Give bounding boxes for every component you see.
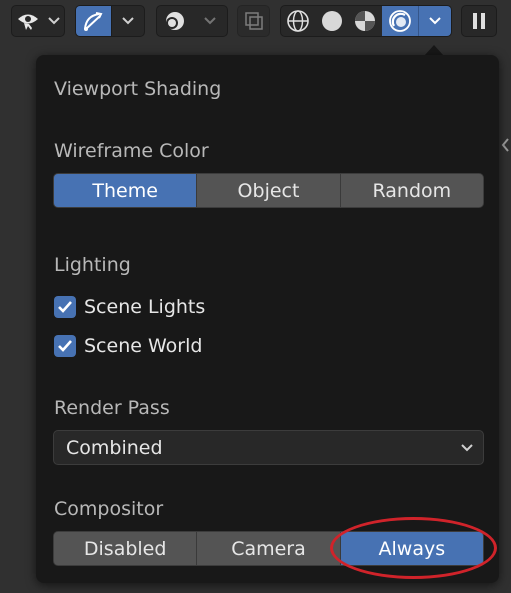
compositor-disabled-button[interactable]: Disabled	[54, 532, 197, 565]
checkmark-icon	[58, 340, 72, 352]
shading-group[interactable]	[280, 5, 452, 37]
chevron-down-icon	[461, 443, 473, 451]
render-pass-label: Render Pass	[54, 397, 170, 419]
wireframe-shading-icon[interactable]	[281, 6, 315, 36]
wireframe-color-selector: Theme Object Random	[53, 173, 484, 208]
xray-group[interactable]	[237, 5, 270, 37]
pause-group[interactable]	[461, 5, 497, 37]
compositor-selector: Disabled Camera Always	[53, 531, 484, 566]
gizmo-group[interactable]	[75, 5, 145, 37]
visibility-group[interactable]	[11, 5, 65, 37]
scene-world-label: Scene World	[84, 335, 203, 357]
render-pass-value: Combined	[66, 436, 163, 459]
chevron-down-icon[interactable]	[44, 6, 64, 36]
checkmark-icon	[58, 301, 72, 313]
lighting-label: Lighting	[54, 254, 131, 276]
chevron-down-icon[interactable]	[193, 6, 227, 36]
compositor-label: Compositor	[54, 498, 164, 520]
shading-dropdown-chevron-icon[interactable]	[418, 6, 451, 36]
compositor-always-button[interactable]: Always	[339, 532, 483, 565]
gizmo-icon[interactable]	[76, 6, 112, 36]
chevron-down-icon[interactable]	[112, 6, 144, 36]
overlay-icon[interactable]	[157, 6, 193, 36]
wireframe-random-button[interactable]: Random	[339, 174, 483, 207]
chevron-left-icon[interactable]	[500, 137, 510, 157]
xray-icon[interactable]	[238, 6, 269, 36]
solid-shading-icon[interactable]	[315, 6, 349, 36]
scene-world-row[interactable]: Scene World	[54, 335, 202, 357]
render-pass-dropdown[interactable]: Combined	[53, 430, 484, 465]
compositor-camera-button[interactable]: Camera	[196, 532, 340, 565]
rendered-shading-icon[interactable]	[382, 6, 419, 36]
eye-icon[interactable]	[12, 6, 44, 36]
scene-lights-label: Scene Lights	[84, 296, 206, 318]
material-shading-icon[interactable]	[349, 6, 383, 36]
scene-world-checkbox[interactable]	[54, 335, 76, 357]
viewport-header	[0, 0, 511, 44]
scene-lights-checkbox[interactable]	[54, 296, 76, 318]
pause-icon[interactable]	[462, 6, 496, 36]
popover-title: Viewport Shading	[54, 78, 222, 100]
scene-lights-row[interactable]: Scene Lights	[54, 296, 205, 318]
wireframe-theme-button[interactable]: Theme	[54, 174, 197, 207]
wireframe-object-button[interactable]: Object	[196, 174, 340, 207]
overlay-group[interactable]	[156, 5, 228, 37]
wireframe-color-label: Wireframe Color	[54, 140, 209, 162]
